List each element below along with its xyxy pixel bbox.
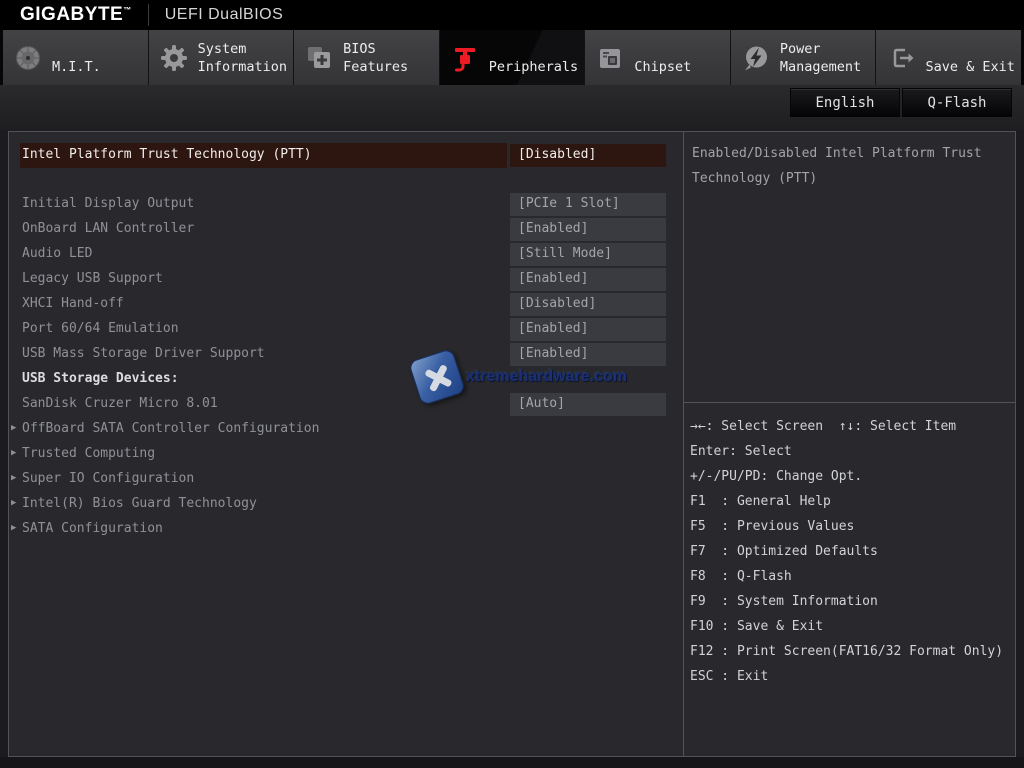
- legend-line: F9 : System Information: [690, 594, 878, 609]
- setting-row-ptt[interactable]: Intel Platform Trust Technology (PTT) [D…: [9, 143, 683, 168]
- tab-chipset[interactable]: Chipset: [585, 30, 731, 85]
- setting-label: USB Mass Storage Driver Support: [22, 346, 265, 361]
- setting-value[interactable]: [Auto]: [510, 393, 666, 416]
- tab-power-management[interactable]: Power Management: [730, 30, 877, 85]
- setting-value[interactable]: [PCIe 1 Slot]: [510, 193, 666, 216]
- legend-line: Enter: Select: [690, 444, 792, 459]
- setting-label: Audio LED: [22, 246, 93, 261]
- legend-line: F10 : Save & Exit: [690, 619, 824, 634]
- setting-row-usb-mass-storage[interactable]: USB Mass Storage Driver Support [Enabled…: [9, 342, 683, 367]
- setting-label: OffBoard SATA Controller Configuration: [22, 421, 320, 436]
- setting-group-usb-storage-devices: USB Storage Devices:: [9, 367, 683, 392]
- legend-line: F1 : General Help: [690, 494, 831, 509]
- bios-chip-icon: [308, 46, 331, 68]
- tab-peripherals[interactable]: Peripherals: [439, 30, 586, 85]
- setting-value[interactable]: [Disabled]: [510, 144, 666, 167]
- setting-value[interactable]: [Disabled]: [510, 293, 666, 316]
- title-bar: GIGABYTE™ UEFI DualBIOS: [0, 0, 1024, 30]
- gear-icon: [160, 44, 187, 71]
- setting-label: Intel(R) Bios Guard Technology: [22, 496, 257, 511]
- setting-value[interactable]: [Still Mode]: [510, 243, 666, 266]
- setting-label: Initial Display Output: [22, 196, 195, 211]
- setting-value[interactable]: [Enabled]: [510, 343, 666, 366]
- submenu-arrow-icon: ▶: [11, 523, 17, 533]
- setting-row-xhci-handoff[interactable]: XHCI Hand-off [Disabled]: [9, 292, 683, 317]
- setting-row-onboard-lan[interactable]: OnBoard LAN Controller [Enabled]: [9, 217, 683, 242]
- gigabyte-logo: GIGABYTE™: [20, 4, 132, 25]
- info-panel: Enabled/Disabled Intel Platform Trust Te…: [683, 132, 1015, 756]
- setting-label: Trusted Computing: [22, 446, 156, 461]
- submenu-trusted-computing[interactable]: ▶ Trusted Computing: [9, 442, 683, 467]
- legend-line: ESC : Exit: [690, 669, 769, 684]
- setting-label: USB Storage Devices:: [22, 371, 179, 386]
- submenu-arrow-icon: ▶: [11, 423, 17, 433]
- submenu-super-io[interactable]: ▶ Super IO Configuration: [9, 467, 683, 492]
- setting-row-audio-led[interactable]: Audio LED [Still Mode]: [9, 242, 683, 267]
- submenu-arrow-icon: ▶: [11, 473, 17, 483]
- setting-label: Intel Platform Trust Technology (PTT): [22, 147, 312, 162]
- setting-row-legacy-usb[interactable]: Legacy USB Support [Enabled]: [9, 267, 683, 292]
- bios-screen: GIGABYTE™ UEFI DualBIOS M.I.T. System In…: [0, 0, 1024, 768]
- tab-label: Power: [779, 40, 821, 57]
- item-help-text: Enabled/Disabled Intel Platform Trust Te…: [684, 132, 1015, 403]
- setting-label: SATA Configuration: [22, 521, 163, 536]
- tab-mit[interactable]: M.I.T.: [3, 30, 149, 85]
- tab-label: Save & Exit: [925, 58, 1015, 75]
- bios-title: UEFI DualBIOS: [164, 6, 284, 23]
- setting-value[interactable]: [Enabled]: [510, 218, 666, 241]
- mit-dial-icon: [16, 45, 40, 70]
- legend-line: F5 : Previous Values: [690, 519, 855, 534]
- qflash-button[interactable]: Q-Flash: [902, 88, 1012, 117]
- legend-line: +/-/PU/PD: Change Opt.: [690, 469, 863, 484]
- tab-label: BIOS: [343, 40, 376, 57]
- setting-row-port-6064[interactable]: Port 60/64 Emulation [Enabled]: [9, 317, 683, 342]
- key-legend: →←: Select Screen ↑↓: Select Item Enter:…: [684, 403, 1015, 756]
- tab-label: System: [197, 40, 247, 57]
- power-bolt-icon: [744, 46, 767, 70]
- setting-label: Port 60/64 Emulation: [22, 321, 179, 336]
- tab-label: Peripherals: [488, 58, 579, 75]
- tab-label: M.I.T.: [52, 58, 101, 75]
- submenu-offboard-sata[interactable]: ▶ OffBoard SATA Controller Configuration: [9, 417, 683, 442]
- legend-line: F12 : Print Screen(FAT16/32 Format Only): [690, 644, 1004, 659]
- setting-value[interactable]: [Enabled]: [510, 318, 666, 341]
- setting-label: SanDisk Cruzer Micro 8.01: [22, 396, 218, 411]
- language-button[interactable]: English: [790, 88, 900, 117]
- row-spacer: [9, 168, 683, 192]
- submenu-sata-configuration[interactable]: ▶ SATA Configuration: [9, 517, 683, 542]
- setting-row-initial-display-output[interactable]: Initial Display Output [PCIe 1 Slot]: [9, 192, 683, 217]
- main-tab-bar: M.I.T. System Information BIOS Features …: [0, 30, 1024, 85]
- tab-system-information[interactable]: System Information: [148, 30, 295, 85]
- toolbar: English Q-Flash: [0, 85, 1024, 131]
- tab-save-exit[interactable]: Save & Exit: [876, 30, 1022, 85]
- setting-label: OnBoard LAN Controller: [22, 221, 195, 236]
- usb-plug-icon: [454, 47, 475, 71]
- setting-row-sandisk-cruzer[interactable]: SanDisk Cruzer Micro 8.01 [Auto]: [9, 392, 683, 417]
- title-divider: [147, 4, 149, 26]
- submenu-arrow-icon: ▶: [11, 498, 17, 508]
- trademark-symbol: ™: [123, 5, 132, 15]
- settings-panel: Intel Platform Trust Technology (PTT) [D…: [9, 132, 683, 756]
- setting-label: XHCI Hand-off: [22, 296, 124, 311]
- submenu-arrow-icon: ▶: [11, 448, 17, 458]
- submenu-bios-guard[interactable]: ▶ Intel(R) Bios Guard Technology: [9, 492, 683, 517]
- setting-label: Super IO Configuration: [22, 471, 195, 486]
- chipset-icon: [600, 48, 621, 68]
- legend-line: F7 : Optimized Defaults: [690, 544, 878, 559]
- setting-label: Legacy USB Support: [22, 271, 163, 286]
- tab-bios-features[interactable]: BIOS Features: [294, 30, 440, 85]
- bottom-strip: [0, 757, 1024, 768]
- content-frame: Intel Platform Trust Technology (PTT) [D…: [8, 131, 1016, 757]
- tab-label: Chipset: [634, 58, 692, 75]
- setting-value[interactable]: [Enabled]: [510, 268, 666, 291]
- legend-line: →←: Select Screen ↑↓: Select Item: [690, 419, 957, 434]
- legend-line: F8 : Q-Flash: [690, 569, 792, 584]
- exit-door-icon: [894, 48, 914, 67]
